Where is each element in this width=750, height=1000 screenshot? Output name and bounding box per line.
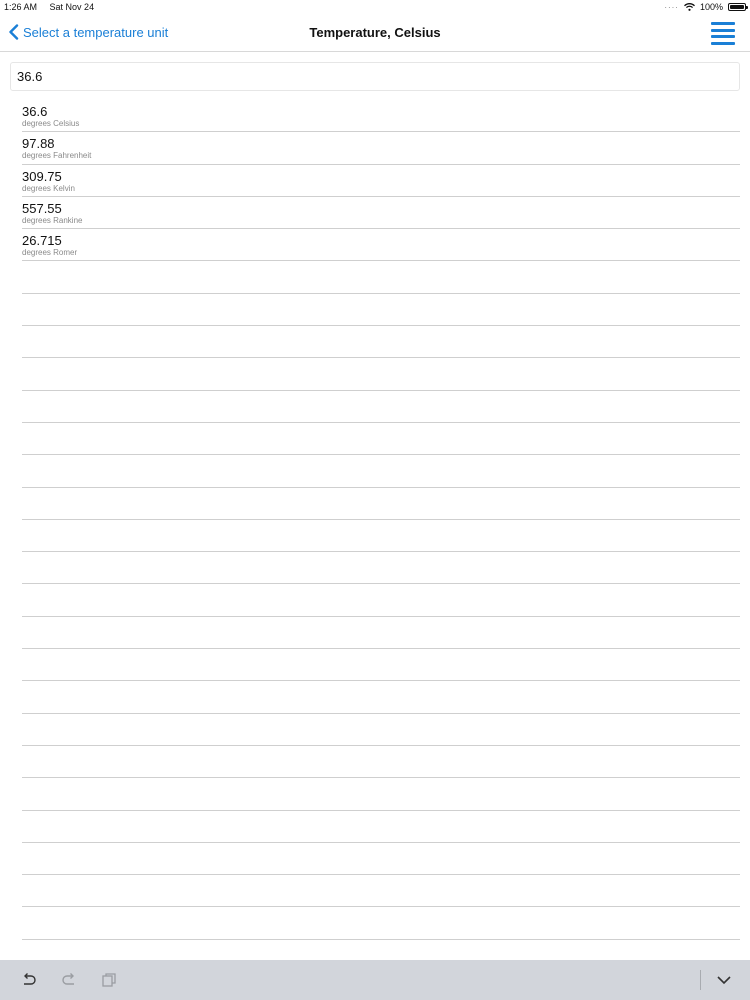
empty-row xyxy=(22,811,740,843)
status-date: Sat Nov 24 xyxy=(49,2,95,12)
result-unit: degrees Kelvin xyxy=(22,183,75,193)
status-left: 1:26 AM Sat Nov 24 xyxy=(4,2,94,12)
result-unit: degrees Romer xyxy=(22,248,78,258)
menu-bar xyxy=(711,22,735,25)
signal-dots-icon: ···· xyxy=(664,2,679,12)
page-title: Temperature, Celsius xyxy=(309,25,441,40)
status-time: 1:26 AM xyxy=(4,2,38,12)
empty-row xyxy=(22,907,740,940)
empty-row xyxy=(22,584,740,617)
result-value: 97.88 xyxy=(22,136,55,152)
temperature-value-input[interactable] xyxy=(10,62,740,91)
undo-icon[interactable] xyxy=(20,971,38,989)
battery-icon xyxy=(728,3,748,11)
wifi-icon xyxy=(684,3,695,11)
paste-icon[interactable] xyxy=(100,971,118,989)
result-row-fahrenheit[interactable]: 97.88 degrees Fahrenheit xyxy=(22,132,740,165)
result-row-kelvin[interactable]: 309.75 degrees Kelvin xyxy=(22,165,740,197)
empty-row xyxy=(22,294,740,327)
result-row-celsius[interactable]: 36.6 degrees Celsius xyxy=(22,100,740,133)
result-unit: degrees Celsius xyxy=(22,119,80,128)
toolbar-divider xyxy=(700,970,701,990)
empty-rows xyxy=(22,261,740,940)
result-value: 36.6 xyxy=(22,104,48,119)
result-unit: degrees Fahrenheit xyxy=(22,151,92,161)
empty-row xyxy=(22,326,740,359)
empty-row xyxy=(22,617,740,650)
empty-row xyxy=(22,391,740,423)
empty-row xyxy=(22,455,740,488)
menu-bar xyxy=(711,41,735,45)
empty-row xyxy=(22,843,740,876)
empty-row xyxy=(22,552,740,585)
result-value: 26.715 xyxy=(22,233,62,249)
hamburger-menu-icon[interactable] xyxy=(711,22,735,45)
empty-row xyxy=(22,778,740,811)
empty-row xyxy=(22,520,740,553)
empty-row xyxy=(22,746,740,779)
empty-row xyxy=(22,681,740,714)
empty-row xyxy=(22,488,740,520)
menu-bar xyxy=(711,35,735,38)
status-right: ···· 100% xyxy=(664,2,748,12)
navigation-bar: Select a temperature unit Temperature, C… xyxy=(0,14,750,52)
result-row-romer[interactable]: 26.715 degrees Romer xyxy=(22,229,740,262)
empty-row xyxy=(22,358,740,391)
result-value: 557.55 xyxy=(22,200,62,216)
empty-row xyxy=(22,649,740,682)
keyboard-dismiss-icon[interactable] xyxy=(716,972,732,988)
results-list: 36.6 degrees Celsius 97.88 degrees Fahre… xyxy=(22,100,740,940)
result-unit: degrees Rankine xyxy=(22,215,83,225)
status-bar: 1:26 AM Sat Nov 24 ···· 100% xyxy=(0,0,750,14)
menu-bar xyxy=(711,28,735,32)
redo-icon[interactable] xyxy=(60,971,78,989)
keyboard-shortcut-bar xyxy=(0,960,750,1000)
result-value: 309.75 xyxy=(22,168,62,184)
empty-row xyxy=(22,423,740,456)
battery-percent: 100% xyxy=(699,2,723,12)
empty-row xyxy=(22,261,740,294)
converter-screen: 1:26 AM Sat Nov 24 ···· 100% Select a te… xyxy=(0,0,750,1000)
empty-row xyxy=(22,714,740,746)
empty-row xyxy=(22,875,740,908)
result-row-rankine[interactable]: 557.55 degrees Rankine xyxy=(22,197,740,230)
